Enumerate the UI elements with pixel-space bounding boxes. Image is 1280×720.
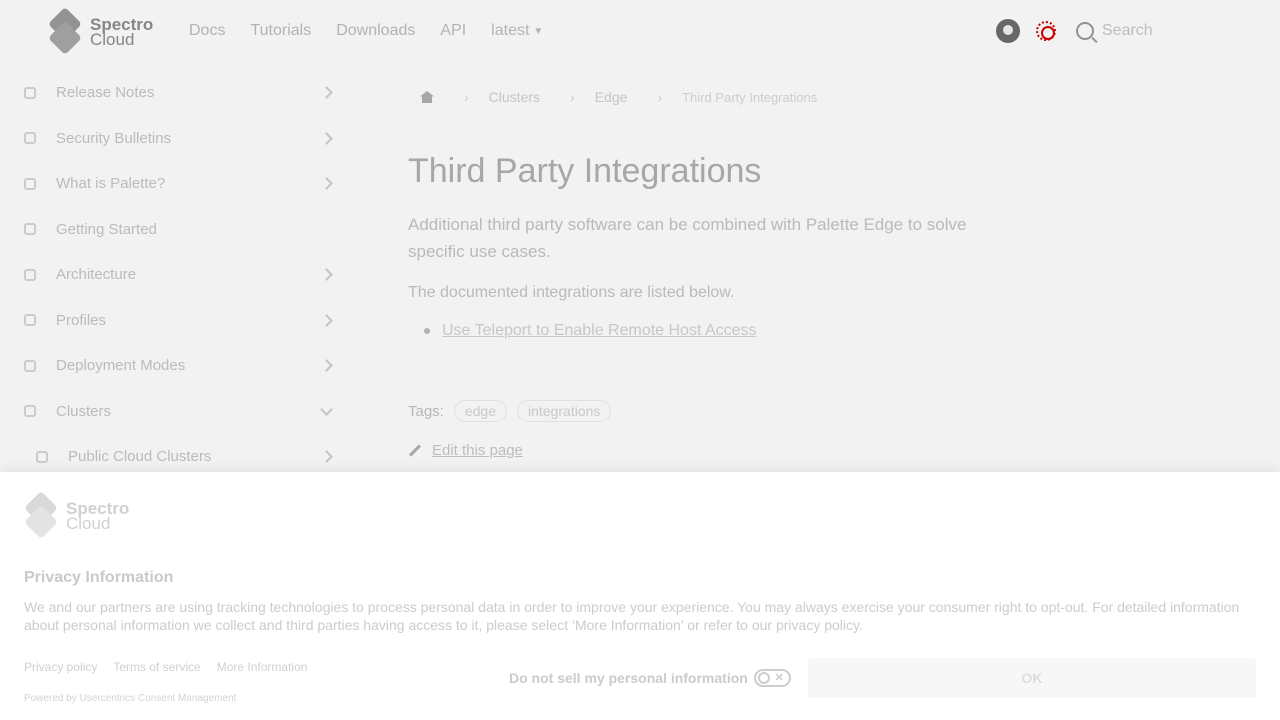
- sidebar-item-label: Getting Started: [56, 220, 157, 238]
- breadcrumb: › Clusters › Edge › Third Party Integrat…: [408, 84, 1008, 110]
- chevron-right-icon[interactable]: [320, 313, 333, 327]
- terms-of-service-link[interactable]: Terms of service: [113, 660, 200, 674]
- search-button[interactable]: Search: [1076, 22, 1153, 40]
- chevron-right-icon[interactable]: [320, 450, 333, 464]
- sidebar-item-label: Public Cloud Clusters: [68, 448, 212, 466]
- brand-name-line2: Cloud: [90, 30, 135, 49]
- sidebar-item-what-is-palette[interactable]: What is Palette?: [0, 161, 360, 207]
- do-not-sell-toggle[interactable]: ✕: [753, 669, 791, 687]
- nav-link-api[interactable]: API: [440, 22, 466, 40]
- chevron-right-icon[interactable]: [320, 86, 333, 100]
- do-not-sell-row: Do not sell my personal information ✕: [509, 669, 791, 687]
- consent-logo: Spectro Cloud: [24, 491, 129, 539]
- rocket-icon: [24, 223, 36, 236]
- architecture-icon: [24, 268, 36, 281]
- sidebar-item-security-bulletins[interactable]: Security Bulletins: [0, 116, 360, 162]
- deployment-icon: [24, 359, 36, 372]
- home-icon[interactable]: [420, 91, 434, 103]
- github-icon[interactable]: [996, 19, 1020, 43]
- bullet-icon: [424, 328, 430, 334]
- list-item: Use Teleport to Enable Remote Host Acces…: [424, 322, 1008, 340]
- breadcrumb-item-clusters[interactable]: Clusters: [489, 89, 540, 105]
- chevron-down-icon[interactable]: [320, 402, 333, 416]
- spectro-logo-icon: [48, 7, 82, 55]
- chevron-right-icon[interactable]: [320, 177, 333, 191]
- tags-row: Tags: edge integrations: [408, 400, 1008, 422]
- theme-toggle-icon[interactable]: [1036, 21, 1056, 41]
- page-lead: Additional third party software can be c…: [408, 215, 967, 261]
- cloud-icon: [36, 450, 48, 463]
- sidebar-item-label: Deployment Modes: [56, 357, 186, 375]
- sidebar-item-getting-started[interactable]: Getting Started: [0, 207, 360, 253]
- teleport-link[interactable]: Use Teleport to Enable Remote Host Acces…: [442, 322, 757, 340]
- sidebar-item-clusters[interactable]: Clusters: [0, 389, 360, 435]
- consent-title: Privacy Information: [24, 569, 174, 586]
- tag-integrations[interactable]: integrations: [517, 400, 612, 422]
- search-label: Search: [1102, 22, 1153, 39]
- do-not-sell-label: Do not sell my personal information: [509, 670, 748, 686]
- sidebar-item-deployment-modes[interactable]: Deployment Modes: [0, 343, 360, 389]
- breadcrumb-item-edge[interactable]: Edge: [595, 89, 628, 105]
- privacy-policy-link[interactable]: Privacy policy: [24, 660, 97, 674]
- palette-icon: [24, 177, 36, 190]
- powered-by-label: Powered by Usercentrics Consent Manageme…: [24, 693, 237, 704]
- consent-banner: Spectro Cloud Privacy Information We and…: [0, 472, 1280, 720]
- breadcrumb-separator: ›: [657, 89, 663, 105]
- breadcrumb-separator: ›: [570, 89, 575, 105]
- chevron-right-icon[interactable]: [320, 131, 333, 145]
- sidebar: Release Notes Security Bulletins What is…: [0, 70, 360, 480]
- edit-page-label: Edit this page: [432, 442, 523, 459]
- nav-links: Docs Tutorials Downloads API latest ▼: [189, 22, 568, 40]
- clusters-icon: [24, 405, 36, 418]
- chevron-right-icon[interactable]: [320, 268, 333, 282]
- sidebar-item-label: Architecture: [56, 266, 137, 284]
- page-paragraph: The documented integrations are listed b…: [408, 284, 735, 301]
- nav-link-docs[interactable]: Docs: [189, 22, 225, 40]
- sidebar-item-label: Security Bulletins: [56, 129, 172, 147]
- version-dropdown[interactable]: latest ▼: [491, 22, 543, 40]
- sidebar-item-profiles[interactable]: Profiles: [0, 298, 360, 344]
- close-icon: ✕: [774, 671, 784, 684]
- breadcrumb-separator: ›: [464, 89, 469, 105]
- sidebar-item-release-notes[interactable]: Release Notes: [0, 70, 360, 116]
- release-notes-icon: [24, 86, 36, 99]
- nav-link-downloads[interactable]: Downloads: [336, 22, 415, 40]
- shield-icon: [24, 132, 36, 145]
- sidebar-item-architecture[interactable]: Architecture: [0, 252, 360, 298]
- edit-page-link[interactable]: Edit this page: [408, 442, 1008, 459]
- integration-list: Use Teleport to Enable Remote Host Acces…: [408, 322, 1008, 340]
- sidebar-item-label: Release Notes: [56, 84, 155, 102]
- top-navbar: Spectro Cloud Docs Tutorials Downloads A…: [0, 0, 1280, 64]
- nav-link-tutorials[interactable]: Tutorials: [250, 22, 311, 40]
- consent-body: We and our partners are using tracking t…: [24, 599, 1240, 633]
- more-information-link[interactable]: More Information: [217, 660, 308, 674]
- chevron-down-icon: ▼: [533, 25, 544, 37]
- page-title: Third Party Integrations: [408, 152, 762, 190]
- spectro-logo-icon: [24, 491, 58, 539]
- tags-label: Tags:: [408, 402, 444, 420]
- sidebar-item-label: What is Palette?: [56, 175, 166, 193]
- toggle-knob: [757, 672, 770, 684]
- consent-links: Privacy policy Terms of service More Inf…: [24, 660, 323, 674]
- sidebar-item-label: Clusters: [56, 402, 112, 420]
- chevron-right-icon[interactable]: [320, 359, 333, 373]
- version-label: latest: [491, 22, 530, 39]
- breadcrumb-current: Third Party Integrations: [682, 89, 818, 105]
- consent-logo-line2: Cloud: [66, 514, 111, 533]
- brand-logo[interactable]: Spectro Cloud: [48, 7, 153, 55]
- main-content: › Clusters › Edge › Third Party Integrat…: [408, 84, 1008, 459]
- pencil-icon: [408, 444, 422, 457]
- ok-button[interactable]: OK: [808, 658, 1256, 698]
- search-icon: [1076, 22, 1094, 40]
- profiles-icon: [24, 314, 36, 327]
- sidebar-item-label: Profiles: [56, 311, 107, 329]
- tag-edge[interactable]: edge: [453, 400, 508, 422]
